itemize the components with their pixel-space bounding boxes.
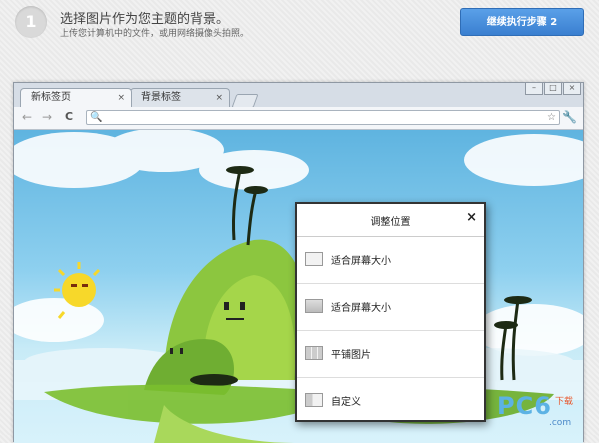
forward-arrow-icon[interactable]: → [42,110,52,124]
step-number-badge: 1 [15,6,47,38]
custom-icon [305,393,323,407]
tab-label: 背景标签 [141,92,181,103]
tile-icon [305,346,323,360]
option-label: 适合屏幕大小 [331,256,391,267]
bookmark-star-icon[interactable]: ☆ [547,111,556,125]
search-icon: 🔍 [90,112,103,123]
tab-background[interactable]: 背景标签 × [130,88,230,107]
browser-toolbar: ← → C 🔍 ☆ 🔧 [14,107,583,130]
tab-label: 新标签页 [31,92,71,103]
option-label: 自定义 [331,397,361,408]
option-fit-screen[interactable]: 适合屏幕大小 [297,237,484,284]
tab-new-tab[interactable]: 新标签页 × [20,88,132,107]
option-label: 平铺图片 [331,350,371,361]
close-icon[interactable]: × [466,210,477,225]
back-arrow-icon[interactable]: ← [22,110,32,124]
watermark-text: PC6 [497,392,552,420]
watermark-domain: .com [549,418,572,428]
address-bar[interactable]: 🔍 ☆ [86,110,560,125]
maximize-icon[interactable]: □ [544,82,562,95]
option-label: 适合屏幕大小 [331,303,391,314]
browser-preview-window: – □ × 新标签页 × 背景标签 × ← → C 🔍 ☆ 🔧 调整位置 × 适… [13,82,584,443]
window-controls: – □ × [525,82,581,95]
wrench-menu-icon[interactable]: 🔧 [562,110,577,124]
minimize-icon[interactable]: – [525,82,543,95]
dialog-header: 调整位置 × [297,204,484,237]
watermark-sub: 下载 [555,397,574,407]
tab-close-icon[interactable]: × [117,89,125,107]
close-window-icon[interactable]: × [563,82,581,95]
tab-strip: 新标签页 × 背景标签 × [20,88,259,108]
option-tile[interactable]: 平铺图片 [297,331,484,378]
fit-screen-icon [305,252,323,266]
new-tab-button[interactable] [231,94,259,108]
green-island [144,239,314,395]
step-title: 选择图片作为您主题的背景。 [60,12,230,27]
fit-screen-wide-icon [305,299,323,313]
dialog-title: 调整位置 [370,217,411,228]
pc6-watermark-logo: PC6 下载 .com [497,392,573,428]
reload-icon[interactable]: C [65,110,73,123]
option-custom[interactable]: 自定义 [297,378,484,424]
step-subtitle: 上传您计算机中的文件，或用网络摄像头拍照。 [60,29,250,39]
tab-close-icon[interactable]: × [215,89,223,107]
next-step-button[interactable]: 继续执行步骤 2 [460,8,584,36]
adjust-position-dialog: 调整位置 × 适合屏幕大小 适合屏幕大小 平铺图片 自定义 [295,202,486,422]
option-fit-screen-wide[interactable]: 适合屏幕大小 [297,284,484,331]
